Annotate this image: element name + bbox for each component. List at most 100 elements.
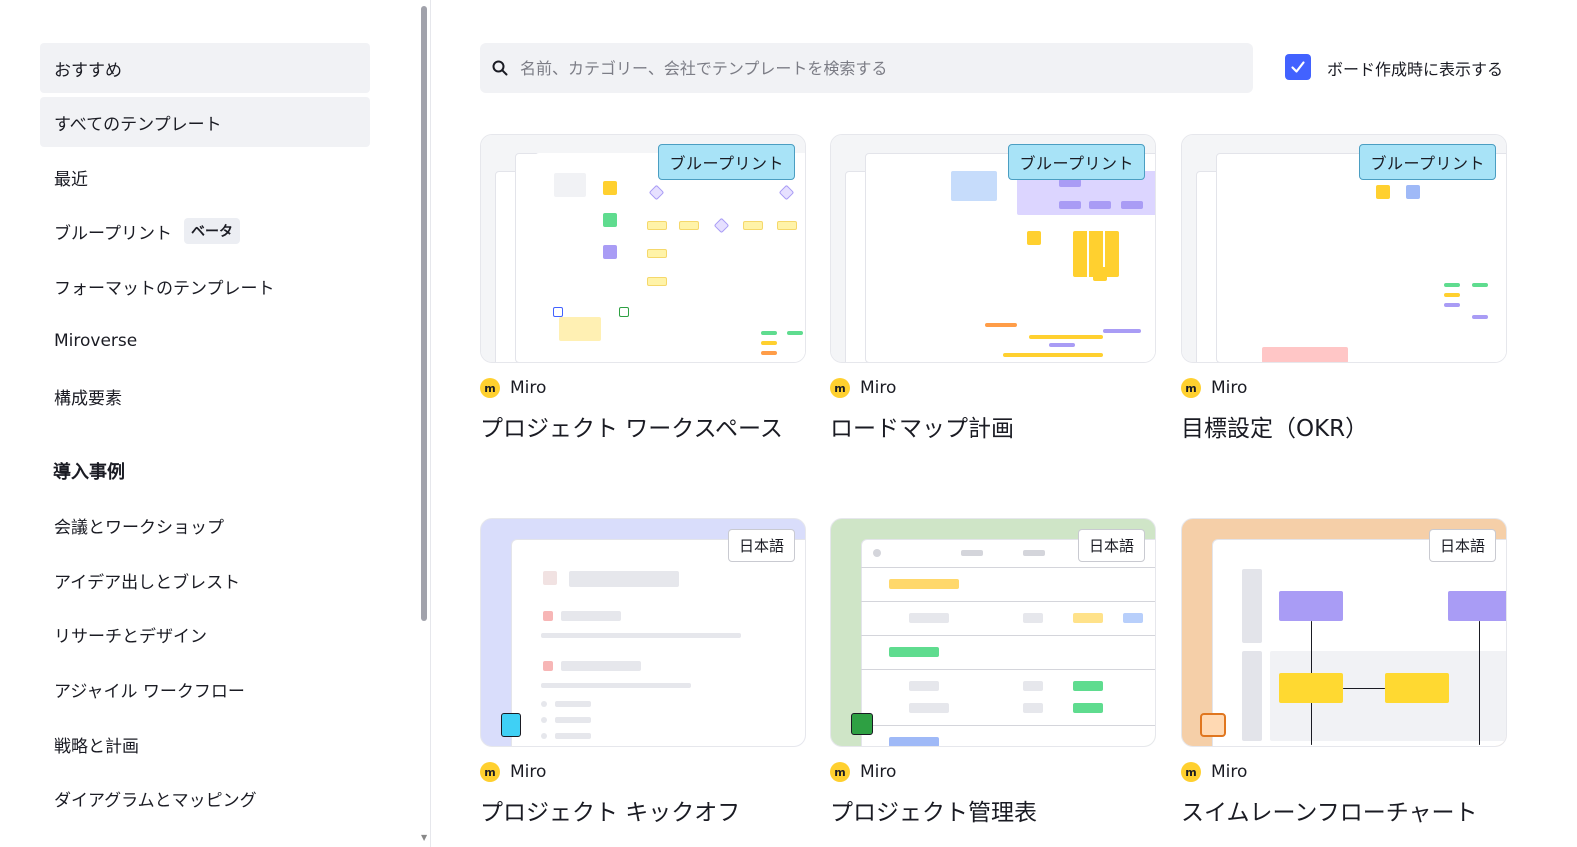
sidebar-item-brainstorm[interactable]: アイデア出しとブレスト [40, 555, 370, 605]
sidebar-item-recent[interactable]: 最近 [40, 152, 370, 202]
process-box [1385, 673, 1449, 703]
bullet [541, 717, 547, 723]
sidebar-item-meetings[interactable]: 会議とワークショップ [40, 500, 370, 550]
divider [430, 0, 431, 847]
table-cell [1472, 283, 1488, 287]
template-card[interactable]: ブループリント m Miro 目標設定（OKR） [1181, 134, 1508, 443]
calendar-icon [543, 571, 557, 585]
template-thumbnail[interactable]: ブループリント [480, 134, 806, 363]
sticky-note [1093, 267, 1107, 281]
flow-box [647, 277, 667, 286]
sidebar-item-building-blocks[interactable]: 構成要素 [40, 371, 370, 421]
sidebar-item-miroverse[interactable]: Miroverse [40, 316, 370, 366]
timeline-bar [1029, 335, 1103, 339]
table-cell [761, 351, 777, 355]
sidebar-item-recommended[interactable]: おすすめ [40, 43, 370, 93]
sidebar-item-label: アイデア出しとブレスト [54, 572, 241, 593]
sticky-note [603, 181, 617, 195]
group-label [889, 737, 939, 746]
cell [1023, 613, 1043, 623]
cell [909, 613, 949, 623]
process-box [1279, 673, 1343, 703]
text-placeholder [541, 683, 691, 688]
show-on-create-checkbox[interactable] [1285, 54, 1311, 80]
org-node [1089, 201, 1111, 209]
sidebar-item-label: おすすめ [54, 60, 122, 81]
template-card[interactable]: ブループリント m Miro ロードマップ計画 [830, 134, 1157, 443]
template-thumbnail[interactable]: ブループリント [830, 134, 1156, 363]
template-card[interactable]: 日本語 m Miro スイムレーンフローチャート [1181, 518, 1508, 827]
table-icon [851, 713, 873, 735]
template-card[interactable]: 日本語 m Miro プロジェクト管理表 [830, 518, 1157, 827]
table-cell [761, 341, 777, 345]
template-owner: m Miro [480, 377, 807, 399]
pin-icon [543, 611, 553, 621]
cell [909, 681, 939, 691]
search-input[interactable] [520, 58, 1220, 78]
doc-block [559, 317, 601, 341]
template-thumbnail[interactable]: 日本語 [1181, 518, 1507, 747]
doc-icon [553, 307, 563, 317]
sidebar-item-label: アジャイル ワークフロー [54, 681, 245, 702]
template-thumbnail[interactable]: 日本語 [830, 518, 1156, 747]
table-line [861, 601, 1155, 602]
text-placeholder [561, 661, 641, 671]
show-on-create-label[interactable]: ボード作成時に表示する [1327, 56, 1503, 80]
sidebar-item-blueprints[interactable]: ブループリント ベータ [40, 206, 370, 256]
process-box [1448, 591, 1506, 621]
text-placeholder [555, 717, 591, 723]
template-title[interactable]: プロジェクト キックオフ [480, 793, 807, 827]
target-icon [543, 661, 553, 671]
table-icon [619, 307, 629, 317]
owner-name: Miro [860, 762, 897, 782]
group-label [889, 647, 939, 657]
template-card[interactable]: 日本語 m Miro プロジェクト キックオフ [480, 518, 807, 827]
sidebar-item-diagramming[interactable]: ダイアグラムとマッピング [40, 773, 370, 823]
table-line [861, 669, 1155, 670]
template-title[interactable]: 目標設定（OKR） [1181, 409, 1508, 443]
cell [1123, 613, 1143, 623]
template-thumbnail[interactable]: 日本語 [480, 518, 806, 747]
header-cell [961, 550, 983, 556]
template-title[interactable]: プロジェクト管理表 [830, 793, 1157, 827]
sidebar-item-research-design[interactable]: リサーチとデザイン [40, 609, 370, 659]
sidebar-scrollbar[interactable] [421, 6, 427, 621]
sticky-note [1406, 185, 1420, 199]
sidebar-item-label: すべてのテンプレート [54, 114, 222, 135]
sidebar-item-agile[interactable]: アジャイル ワークフロー [40, 664, 370, 714]
sidebar-item-strategy[interactable]: 戦略と計画 [40, 719, 370, 769]
search-icon [492, 60, 508, 76]
table-cell [1444, 293, 1460, 297]
owner-name: Miro [1211, 762, 1248, 782]
lane-header [1242, 651, 1262, 741]
flow-box [647, 221, 667, 230]
table-line [861, 635, 1155, 636]
search-bar[interactable] [480, 43, 1253, 93]
miro-logo-icon: m [1181, 378, 1201, 398]
language-tag: 日本語 [1428, 529, 1496, 562]
sidebar-item-label: 会議とワークショップ [54, 517, 224, 538]
sidebar-item-label: ダイアグラムとマッピング [54, 790, 257, 811]
table-cell [761, 331, 777, 335]
doc-icon [501, 713, 521, 737]
group-label [889, 579, 959, 589]
language-tag: 日本語 [727, 529, 795, 562]
blueprint-tag: ブループリント [1008, 144, 1145, 180]
sidebar: おすすめ すべてのテンプレート 最近 ブループリント ベータ フォーマットのテン… [0, 0, 420, 847]
cell [1023, 703, 1043, 713]
template-thumbnail[interactable]: ブループリント [1181, 134, 1507, 363]
blueprint-tag: ブループリント [1359, 144, 1496, 180]
template-card[interactable]: ブループリント m Miro プロジェクト ワークスペース [480, 134, 807, 443]
board-layer [1216, 153, 1506, 362]
template-owner: m Miro [1181, 761, 1508, 783]
org-node [1059, 179, 1081, 187]
sidebar-item-format-templates[interactable]: フォーマットのテンプレート [40, 261, 370, 311]
sidebar-item-all-templates[interactable]: すべてのテンプレート [40, 97, 370, 147]
template-title[interactable]: プロジェクト ワークスペース [480, 409, 807, 443]
scroll-down-arrow-icon[interactable]: ▼ [421, 833, 427, 842]
template-title[interactable]: スイムレーンフローチャート [1181, 793, 1508, 827]
beta-badge: ベータ [183, 218, 240, 244]
table-cell [787, 331, 803, 335]
cell [909, 703, 949, 713]
template-title[interactable]: ロードマップ計画 [830, 409, 1157, 443]
